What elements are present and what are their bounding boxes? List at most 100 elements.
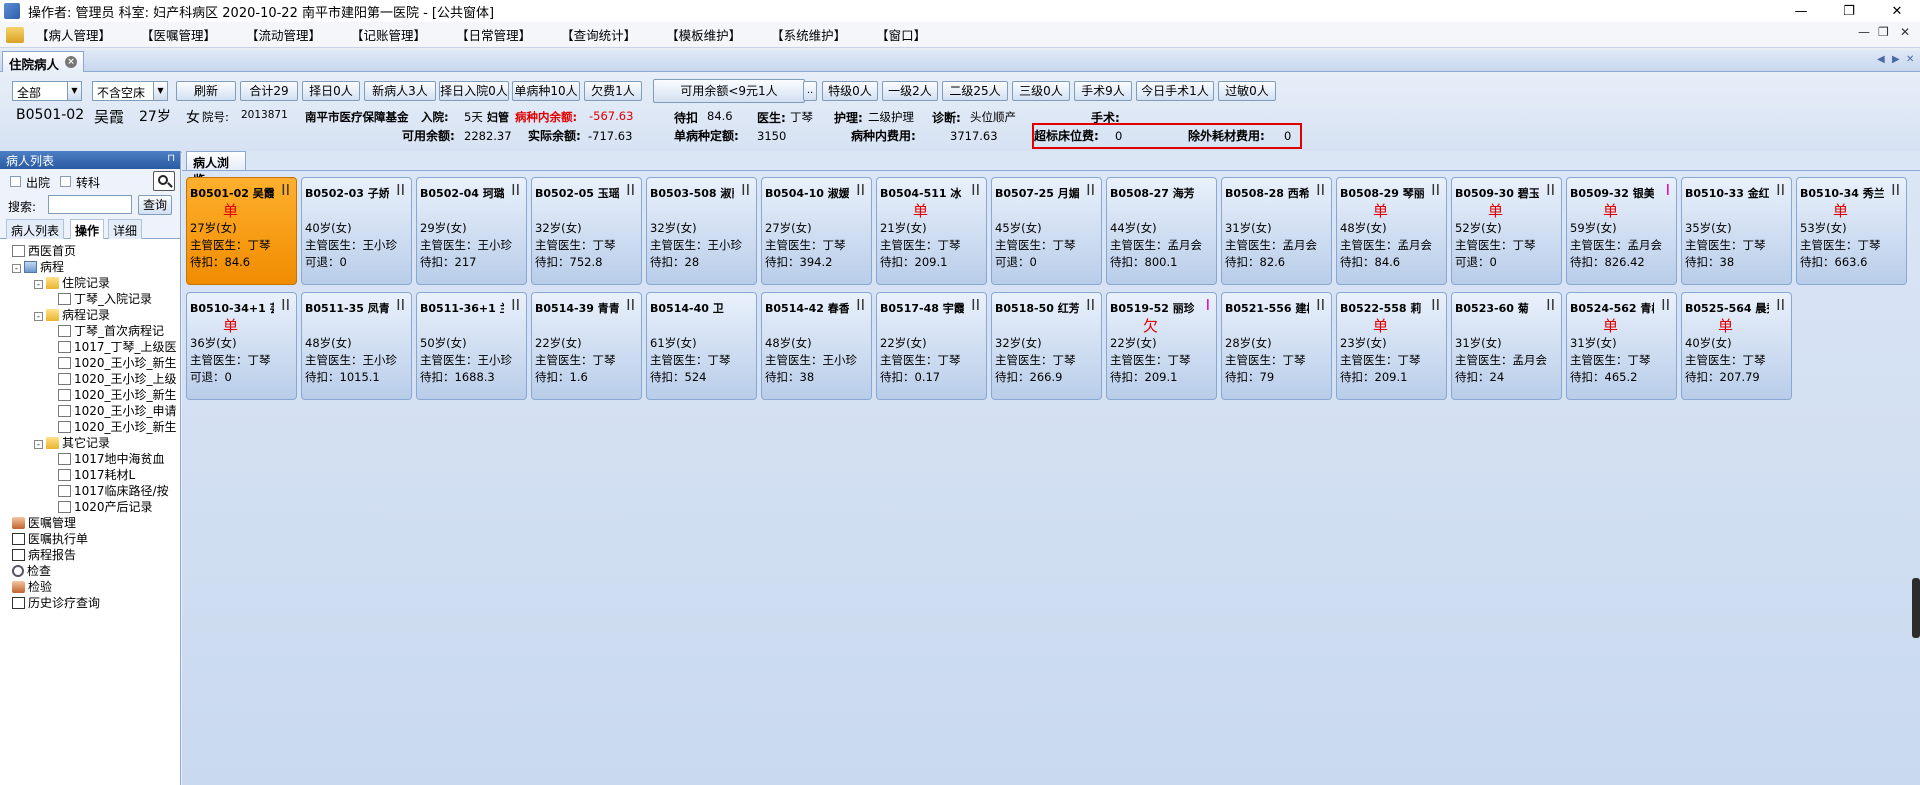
pin-icon[interactable]: ⊓ (167, 153, 175, 164)
patient-card[interactable]: B0523-60 菊 II 31岁(女) 主管医生：孟月会 待扣：24 (1451, 292, 1562, 400)
mdi-minimize-button[interactable]: — (1858, 25, 1870, 39)
menu-app-icon[interactable] (6, 26, 24, 43)
patient-card[interactable]: B0504-511 冰 II 单 21岁(女) 主管医生：丁琴 待扣：209.1 (876, 177, 987, 285)
filter-all-select[interactable]: 全部 ▼ (12, 81, 82, 101)
arrears-button[interactable]: 欠费1人 (584, 81, 642, 101)
tab-close-all-icon[interactable]: ✕ (1906, 54, 1914, 65)
search-input[interactable] (48, 195, 132, 214)
tree-item[interactable]: 1020_王小珍_上级 (58, 371, 177, 387)
close-button[interactable]: ✕ (1874, 0, 1920, 22)
patient-card[interactable]: B0510-34 秀兰 II 单 53岁(女) 主管医生：丁琴 待扣：663.6 (1796, 177, 1907, 285)
patient-card[interactable]: B0514-40 卫 61岁(女) 主管医生：丁琴 待扣：524 (646, 292, 757, 400)
tree-item[interactable]: 历史诊疗查询 (12, 595, 100, 611)
tree-item[interactable]: 1020产后记录 (58, 499, 153, 515)
patient-card[interactable]: B0514-39 青青 II 22岁(女) 主管医生：丁琴 待扣：1.6 (531, 292, 642, 400)
patient-card[interactable]: B0508-27 海芳 44岁(女) 主管医生：孟月会 待扣：800.1 (1106, 177, 1217, 285)
tab-patient-list[interactable]: 病人列表 (6, 219, 65, 239)
mdi-restore-button[interactable]: ❐ (1878, 25, 1889, 39)
mdi-close-button[interactable]: ✕ (1900, 25, 1910, 39)
patient-card[interactable]: B0509-32 银美 I 单 59岁(女) 主管医生：孟月会 待扣：826.42 (1566, 177, 1677, 285)
query-button[interactable]: 查询 (138, 195, 172, 215)
minimize-button[interactable]: — (1778, 0, 1824, 22)
patient-card[interactable]: B0519-52 丽珍 I 欠 22岁(女) 主管医生：丁琴 待扣：209.1 (1106, 292, 1217, 400)
patient-card[interactable]: B0509-30 碧玉 II 单 52岁(女) 主管医生：丁琴 可退：0 (1451, 177, 1562, 285)
level-two-button[interactable]: 二级25人 (942, 81, 1008, 101)
tab-operation[interactable]: 操作 (70, 219, 105, 239)
menu-window[interactable]: 【窗口】 (872, 23, 930, 46)
menu-query-stats[interactable]: 【查询统计】 (557, 23, 640, 46)
allergy-button[interactable]: 过敏0人 (1218, 81, 1276, 101)
patient-card[interactable]: B0504-10 淑媛 II 27岁(女) 主管医生：丁琴 待扣：394.2 (761, 177, 872, 285)
today-surgery-button[interactable]: 今日手术1人 (1136, 81, 1214, 101)
tab-next-icon[interactable]: ▶ (1892, 54, 1900, 65)
scheduled-admit-button[interactable]: 择日入院0人 (439, 81, 509, 101)
patient-card[interactable]: B0524-562 青梅 II 单 31岁(女) 主管医生：丁琴 待扣：465.2 (1566, 292, 1677, 400)
tree-item[interactable]: 1020_王小珍_新生 (58, 419, 177, 435)
single-disease-button[interactable]: 单病种10人 (512, 81, 580, 101)
patient-card[interactable]: B0511-35 凤青 II 48岁(女) 主管医生：王小珍 待扣：1015.1 (301, 292, 412, 400)
tree-item[interactable]: 1017地中海贫血 (58, 451, 165, 467)
tab-inpatient[interactable]: 住院病人 × (2, 51, 84, 72)
new-patients-button[interactable]: 新病人3人 (364, 81, 436, 101)
tab-detail[interactable]: 详细 (108, 219, 143, 239)
patient-card[interactable]: B0502-04 珂璐 II 29岁(女) 主管医生：王小珍 待扣：217 (416, 177, 527, 285)
refresh-button[interactable]: 刷新 (176, 81, 236, 101)
menu-patient-mgmt[interactable]: 【病人管理】 (32, 23, 115, 46)
menu-template[interactable]: 【模板维护】 (662, 23, 745, 46)
scrollbar-thumb[interactable] (1912, 578, 1920, 638)
patient-card[interactable]: B0518-50 红芳 II 32岁(女) 主管医生：丁琴 待扣：266.9 (991, 292, 1102, 400)
tree-item[interactable]: 1020_王小珍_新生 (58, 355, 177, 371)
ellipsis-button[interactable]: .. (803, 81, 817, 101)
transfer-checkbox[interactable] (60, 176, 71, 187)
tab-close-icon[interactable]: × (65, 56, 77, 68)
patient-card[interactable]: B0501-02 吴霞 II 单 27岁(女) 主管医生：丁琴 待扣：84.6 (186, 177, 297, 285)
tree-item[interactable]: 病程报告 (12, 547, 76, 563)
menu-order-mgmt[interactable]: 【医嘱管理】 (137, 23, 220, 46)
patient-card[interactable]: B0521-556 建梅 II 28岁(女) 主管医生：丁琴 待扣：79 (1221, 292, 1332, 400)
tree-item[interactable]: 检验 (12, 579, 52, 595)
special-level-button[interactable]: 特级0人 (822, 81, 878, 101)
patient-card[interactable]: B0511-36+1 兰 II 50岁(女) 主管医生：王小珍 待扣：1688.3 (416, 292, 527, 400)
patient-card[interactable]: B0517-48 宇霞 II 22岁(女) 主管医生：丁琴 待扣：0.17 (876, 292, 987, 400)
patient-card[interactable]: B0508-28 西希 II 31岁(女) 主管医生：孟月会 待扣：82.6 (1221, 177, 1332, 285)
tree-item[interactable]: 1017耗材L (58, 467, 135, 483)
tree-item[interactable]: 1020_王小珍_申请 (58, 403, 177, 419)
menu-system[interactable]: 【系统维护】 (767, 23, 850, 46)
patient-card[interactable]: B0507-25 月媚 II 45岁(女) 主管医生：丁琴 可退：0 (991, 177, 1102, 285)
tree-item[interactable]: 检查 (12, 563, 51, 579)
patient-card[interactable]: B0508-29 琴丽 II 单 48岁(女) 主管医生：孟月会 待扣：84.6 (1336, 177, 1447, 285)
tree-item[interactable]: - 病程 (12, 259, 64, 275)
patient-card[interactable]: B0514-42 春香 II 48岁(女) 主管医生：王小珍 待扣：38 (761, 292, 872, 400)
tree-item[interactable]: 1017_丁琴_上级医 (58, 339, 177, 355)
patient-card[interactable]: B0525-564 晨秀 II 单 40岁(女) 主管医生：丁琴 待扣：207.79 (1681, 292, 1792, 400)
patient-card[interactable]: B0522-558 莉 II 单 23岁(女) 主管医生：丁琴 待扣：209.1 (1336, 292, 1447, 400)
search-icon[interactable] (153, 171, 175, 191)
maximize-button[interactable]: ❐ (1826, 0, 1872, 22)
patient-card[interactable]: B0502-05 玉瑶 II 32岁(女) 主管医生：丁琴 待扣：752.8 (531, 177, 642, 285)
total-button[interactable]: 合计29 (240, 81, 298, 101)
patient-card[interactable]: B0510-33 金红 II 35岁(女) 主管医生：丁琴 待扣：38 (1681, 177, 1792, 285)
tree-item[interactable]: 丁琴_首次病程记 (58, 323, 164, 339)
tree-item[interactable]: - 病程记录 (34, 307, 110, 323)
patient-card[interactable]: B0503-508 淑丽 II 32岁(女) 主管医生：王小珍 待扣：28 (646, 177, 757, 285)
level-three-button[interactable]: 三级0人 (1012, 81, 1070, 101)
collapse-icon[interactable]: - (12, 264, 21, 273)
patient-card[interactable]: B0510-34+1 芸 II 单 36岁(女) 主管医生：丁琴 可退：0 (186, 292, 297, 400)
menu-billing-mgmt[interactable]: 【记账管理】 (347, 23, 430, 46)
tree-item[interactable]: 丁琴_入院记录 (58, 291, 152, 307)
available-balance-button[interactable]: 可用余额<9元1人 (653, 79, 805, 103)
discharged-checkbox[interactable] (10, 176, 21, 187)
tree-item[interactable]: 1020_王小珍_新生 (58, 387, 177, 403)
tree-item[interactable]: 医嘱管理 (12, 515, 76, 531)
menu-daily-mgmt[interactable]: 【日常管理】 (452, 23, 535, 46)
collapse-icon[interactable]: - (34, 440, 43, 449)
scheduled-button[interactable]: 择日0人 (302, 81, 360, 101)
level-one-button[interactable]: 一级2人 (882, 81, 938, 101)
collapse-icon[interactable]: - (34, 312, 43, 321)
patient-card[interactable]: B0502-03 子娇 II 40岁(女) 主管医生：王小珍 可退：0 (301, 177, 412, 285)
tab-prev-icon[interactable]: ◀ (1877, 54, 1885, 65)
tree-item[interactable]: - 住院记录 (34, 275, 110, 291)
tree-item[interactable]: 西医首页 (12, 243, 76, 259)
tree-item[interactable]: - 其它记录 (34, 435, 110, 451)
tab-patient-browse[interactable]: 病人浏览 (186, 151, 246, 187)
